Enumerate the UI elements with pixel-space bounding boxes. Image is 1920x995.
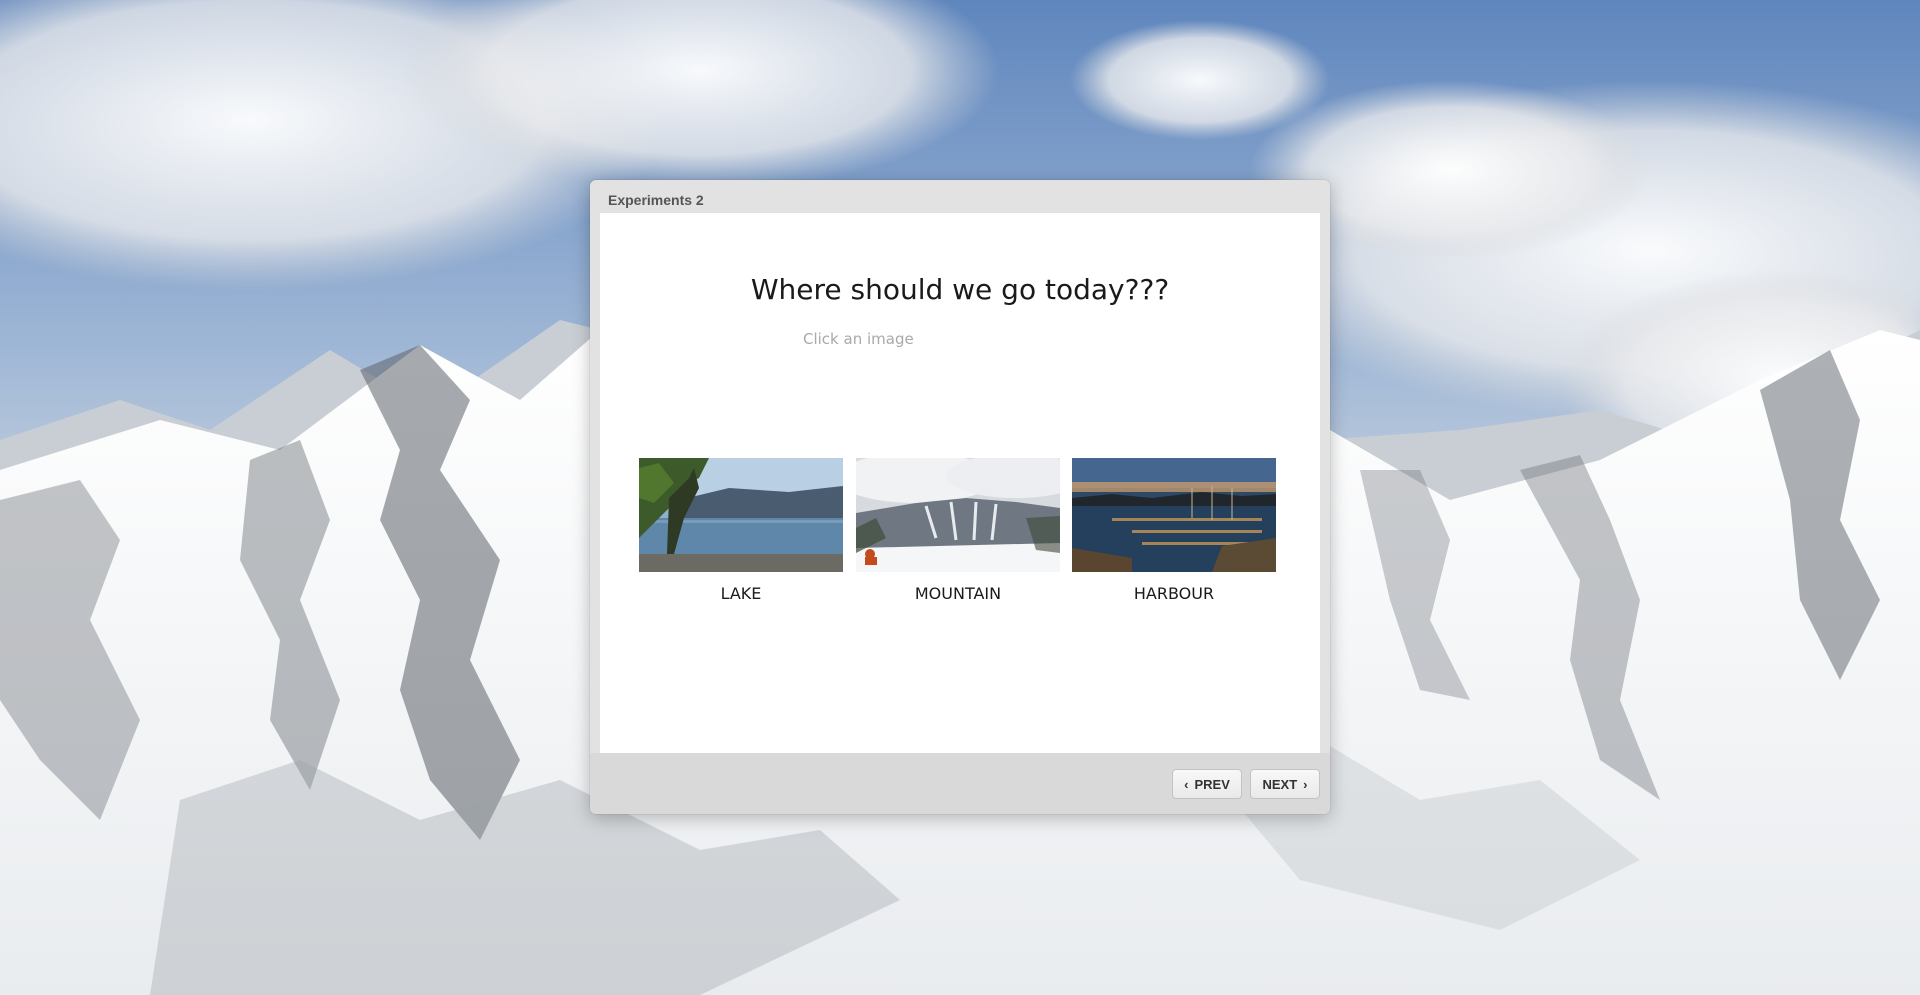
choice-lake[interactable]: LAKE [639,458,843,603]
prev-label: PREV [1194,776,1230,792]
instruction-hint: Click an image [803,330,914,348]
image-choice-group: LAKE MOUNTAIN HARBOUR [639,458,1281,618]
harbour-photo[interactable] [1072,458,1276,572]
next-button[interactable]: NEXT › [1250,769,1320,799]
lake-photo[interactable] [639,458,843,572]
dialog-title: Experiments 2 [608,192,704,208]
next-label: NEXT [1262,776,1298,792]
experiment-dialog: Experiments 2 Where should we go today??… [590,180,1330,814]
ski-mountain-photo[interactable] [856,458,1060,572]
question-heading: Where should we go today??? [750,273,1170,306]
prev-button[interactable]: ‹ PREV [1172,769,1242,799]
chevron-left-icon: ‹ [1184,776,1189,792]
chevron-right-icon: › [1303,776,1308,792]
choice-harbour[interactable]: HARBOUR [1072,458,1276,603]
dialog-body: Where should we go today??? Click an ima… [600,213,1320,753]
choice-label: LAKE [720,584,762,603]
choice-label: HARBOUR [1133,584,1215,603]
choice-label: MOUNTAIN [914,584,1002,603]
choice-mountain[interactable]: MOUNTAIN [856,458,1060,603]
dialog-footer: ‹ PREV NEXT › [590,753,1330,814]
